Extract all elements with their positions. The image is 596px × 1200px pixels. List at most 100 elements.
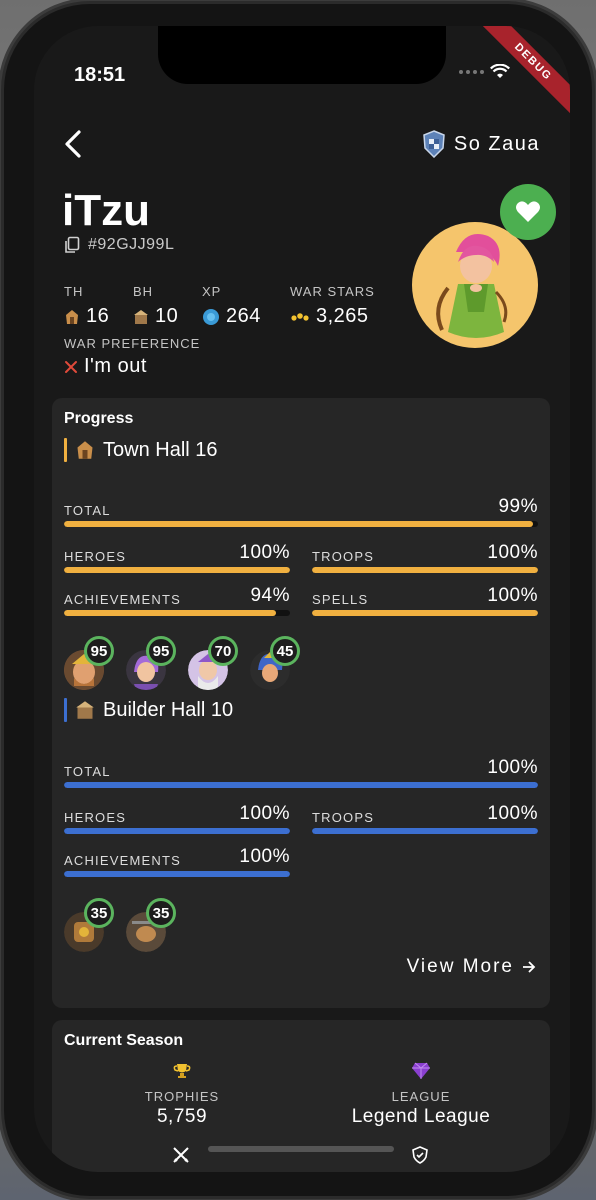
progress-percent: 100% [487,757,538,778]
season-league-label: LEAGUE [391,1089,451,1104]
progress-percent: 94% [250,585,290,606]
home-indicator[interactable] [208,1146,394,1152]
builder-hall-heading: Builder Hall 10 [64,698,233,722]
progress-fill [64,828,290,834]
progress-track [64,871,290,877]
close-icon [65,360,77,373]
shield-icon[interactable] [412,1146,428,1164]
player-name: iTzu [62,186,150,235]
hero-level-badge: 35 [84,898,114,928]
builder-hall-icon [76,701,94,719]
progress-label: TROOPS [312,549,375,564]
stat-bh: BH 264 10 [133,284,178,328]
hero-level-badge: 70 [208,636,238,666]
home-heroes-progress: HEROES 100% [64,542,290,573]
season-trophies-value: 5,759 [156,1106,208,1127]
stat-th: TH 16 [64,284,109,328]
home-achievements-progress: ACHIEVEMENTS 94% [64,585,290,616]
hero-level-badge: 95 [146,636,176,666]
clan-name: So Zaua [453,132,540,155]
progress-percent: 100% [487,803,538,824]
notch [158,26,446,84]
war-preference-label: WAR PREFERENCE [64,336,201,351]
archer-queen-avatar-icon [436,234,508,338]
progress-track [312,567,538,573]
stat-war-stars-label: WAR STARS [290,284,375,299]
season-title: Current Season [64,1032,184,1049]
signal-icon [459,69,484,74]
war-preference-value: I'm out [84,355,147,377]
hero-level-badge: 45 [270,636,300,666]
town-hall-icon [66,309,78,324]
progress-track [64,782,538,788]
progress-label: HEROES [64,549,127,564]
stat-th-label: TH [64,284,84,299]
progress-fill [64,610,277,616]
favorite-button[interactable] [500,184,556,240]
progress-fill [64,871,290,877]
copy-icon[interactable] [64,236,80,254]
progress-percent: 99% [498,496,538,517]
progress-percent: 100% [239,542,290,563]
stat-war-stars: WAR STARS 3,265 [290,284,375,328]
view-more-button[interactable]: View More [407,956,536,978]
builder-hall-icon [134,309,148,324]
war-stars-icon [291,312,309,321]
progress-fill [64,782,538,788]
progress-track [312,610,538,616]
progress-label: ACHIEVEMENTS [64,592,181,607]
swords-icon[interactable] [172,1146,190,1164]
back-button[interactable] [58,126,88,162]
hero-level-badge: 35 [146,898,176,928]
builder-hall-accent-bar [64,698,67,722]
war-preference: WAR PREFERENCE I'm out [64,336,200,378]
player-avatar [412,222,538,348]
chevron-left-icon [65,130,81,158]
progress-label: ACHIEVEMENTS [64,853,181,868]
progress-track [64,567,290,573]
home-spells-progress: SPELLS 100% [312,585,538,616]
town-hall-accent-bar [64,438,67,462]
hero-level-badge: 95 [84,636,114,666]
season-trophies: TROPHIES 5,759 [132,1062,232,1128]
progress-track [312,828,538,834]
trophy-icon [173,1064,191,1078]
progress-label: HEROES [64,810,127,825]
progress-label: TROOPS [312,810,375,825]
progress-card: Progress Town Hall 16 TOTAL 99% HEROES 100… [52,398,550,1008]
progress-title: Progress [64,410,134,427]
status-time: 18:51 [74,64,126,86]
progress-fill [312,567,538,573]
stat-bh-label: BH [133,284,154,299]
xp-star-icon [203,308,219,325]
progress-track [64,521,538,527]
phone-frame: 18:51 DEBUG So Zaua iTzu #92GJJ99L TH 16… [4,4,592,1196]
player-tag: #92GJJ99L [88,236,175,253]
progress-percent: 100% [487,585,538,606]
builder-heroes-progress: HEROES 100% [64,803,290,834]
view-more-label: View More [406,956,514,977]
stat-war-stars-value: 3,265 [316,305,369,327]
builder-hall-title: Builder Hall 10 [103,698,234,721]
progress-track [64,828,290,834]
progress-fill [312,828,538,834]
progress-percent: 100% [239,846,290,867]
status-icons [459,64,510,79]
progress-label: TOTAL [64,764,111,779]
stat-th-value: 16 [86,305,110,327]
home-troops-progress: TROOPS 100% [312,542,538,573]
progress-track [64,610,290,616]
progress-percent: 100% [487,542,538,563]
clan-badge-icon [423,130,445,158]
progress-fill [64,521,534,527]
town-hall-icon [77,441,93,459]
progress-label: SPELLS [312,592,369,607]
player-tag-row[interactable]: #92GJJ99L [64,236,174,254]
wifi-icon [490,64,510,78]
season-trophies-label: TROPHIES [144,1089,220,1104]
clan-chip[interactable]: So Zaua [422,130,540,158]
screen: 18:51 DEBUG So Zaua iTzu #92GJJ99L TH 16… [34,26,570,1172]
stat-bh-value-text: 10 [155,305,179,327]
progress-fill [312,610,538,616]
season-league-value: Legend League [351,1106,491,1127]
